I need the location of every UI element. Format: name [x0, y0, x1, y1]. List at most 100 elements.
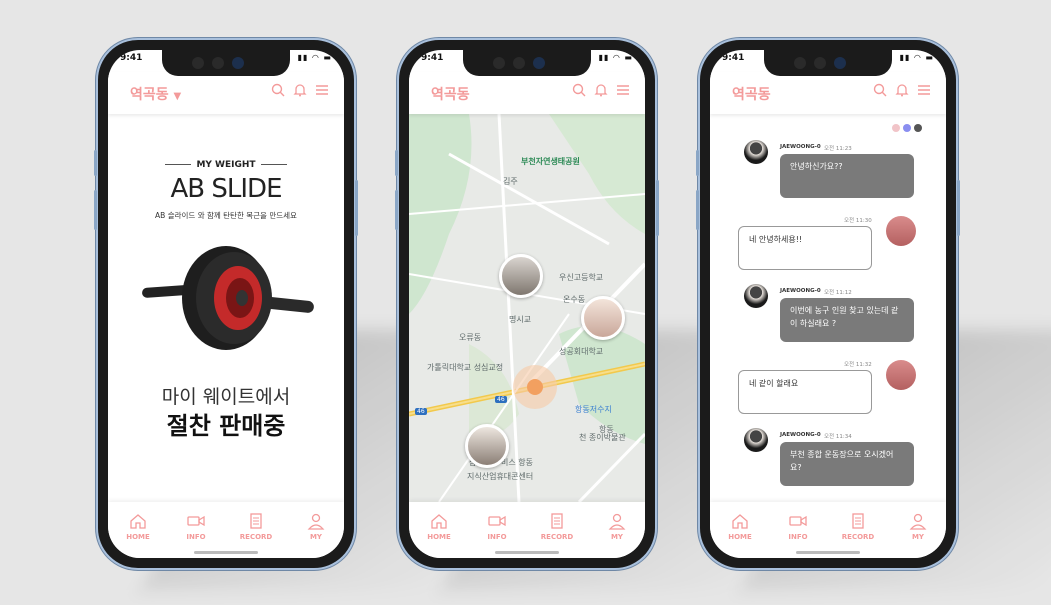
notch — [463, 50, 591, 76]
home-indicator — [495, 551, 559, 554]
app-header: 역곡동 ▼ — [108, 72, 344, 114]
product-title: AB SLIDE — [170, 174, 283, 204]
tab-label: INFO — [186, 533, 206, 541]
phone-map: 9:41 ▮▮ ◠ ▬ 역곡동 부천자연생태공원 우신고등학교 가톨릭대학교 성… — [395, 38, 659, 570]
tab-record[interactable]: RECORD — [537, 512, 577, 541]
document-icon — [551, 513, 563, 529]
location-selector[interactable]: 역곡동 — [431, 84, 470, 104]
chat-view: JAEWOONG-0 오전 11:23 안녕하신가요?? 오전 11:30 네 … — [710, 114, 946, 502]
video-icon — [789, 515, 807, 527]
tab-info[interactable]: INFO — [477, 512, 517, 541]
document-icon — [250, 513, 262, 529]
tab-my[interactable]: MY — [296, 512, 336, 541]
map-label: 명시교 — [509, 315, 532, 324]
tab-my[interactable]: MY — [597, 512, 637, 541]
map-label: 항동 — [599, 425, 614, 434]
map-label: 온수동 — [563, 295, 586, 304]
avatar[interactable] — [886, 360, 916, 390]
tab-info[interactable]: INFO — [778, 512, 818, 541]
theme-dot[interactable] — [903, 124, 911, 132]
user-avatar-marker[interactable] — [465, 424, 509, 468]
home-indicator — [796, 551, 860, 554]
location-label: 역곡동 — [130, 87, 169, 103]
bell-icon[interactable] — [292, 82, 308, 98]
theme-selector[interactable] — [892, 124, 922, 132]
message-time: 오전 11:34 — [824, 434, 852, 440]
screen: 9:41 ▮▮ ◠ ▬ 역곡동 JAEWOONG-0 오전 11:23 안녕하신… — [710, 50, 946, 558]
app-header: 역곡동 — [710, 72, 946, 114]
status-time: 9:41 — [421, 53, 444, 63]
location-selector[interactable]: 역곡동 — [732, 84, 771, 104]
road-number: 46 — [495, 396, 507, 403]
status-time: 9:41 — [722, 53, 745, 63]
menu-icon[interactable] — [615, 82, 631, 98]
map-label: 지식산업휴대콘센터 — [467, 472, 534, 481]
sender-name: JAEWOONG-0 — [780, 432, 821, 438]
tab-label: RECORD — [540, 533, 574, 541]
map-label: 김주 — [503, 177, 518, 186]
search-icon[interactable] — [872, 82, 888, 98]
map-label: 항동저수지 — [575, 405, 612, 414]
message-time: 오전 11:30 — [844, 218, 872, 224]
video-icon — [187, 515, 205, 527]
avatar[interactable] — [744, 284, 768, 308]
message-bubble: 부천 종합 운동장으로 오시겠어요? — [780, 442, 914, 486]
tab-info[interactable]: INFO — [176, 512, 216, 541]
tab-home[interactable]: HOME — [419, 512, 459, 541]
message-time: 오전 11:32 — [844, 362, 872, 368]
tab-label: MY — [911, 533, 925, 541]
tab-my[interactable]: MY — [898, 512, 938, 541]
app-header: 역곡동 — [409, 72, 645, 114]
theme-dot[interactable] — [892, 124, 900, 132]
tab-label: HOME — [427, 533, 451, 541]
location-selector[interactable]: 역곡동 ▼ — [130, 84, 181, 104]
map-label: 성공회대학교 — [559, 347, 604, 356]
sender-name: JAEWOONG-0 — [780, 144, 821, 150]
bell-icon[interactable] — [894, 82, 910, 98]
promo-line-2: 절찬 판매중 — [166, 412, 286, 440]
phone-chat: 9:41 ▮▮ ◠ ▬ 역곡동 JAEWOONG-0 오전 11:23 안녕하신… — [696, 38, 960, 570]
notch — [764, 50, 892, 76]
product-brand: MY WEIGHT — [108, 160, 344, 170]
message-time: 오전 11:12 — [824, 290, 852, 296]
caret-down-icon: ▼ — [173, 91, 182, 102]
menu-icon[interactable] — [314, 82, 330, 98]
map-view[interactable]: 부천자연생태공원 우신고등학교 가톨릭대학교 성심교정 성공회대학교 항동저수지… — [409, 114, 645, 502]
map-label: 우신고등학교 — [559, 273, 604, 282]
bottom-tab-bar: HOME INFO RECORD MY — [409, 502, 645, 558]
home-icon — [732, 514, 748, 529]
tab-home[interactable]: HOME — [720, 512, 760, 541]
search-icon[interactable] — [571, 82, 587, 98]
tab-record[interactable]: RECORD — [236, 512, 276, 541]
location-label: 역곡동 — [431, 87, 470, 103]
screen: 9:41 ▮▮ ◠ ▬ 역곡동 부천자연생태공원 우신고등학교 가톨릭대학교 성… — [409, 50, 645, 558]
notch — [162, 50, 290, 76]
avatar[interactable] — [886, 216, 916, 246]
menu-icon[interactable] — [916, 82, 932, 98]
avatar[interactable] — [744, 428, 768, 452]
avatar[interactable] — [744, 140, 768, 164]
tab-home[interactable]: HOME — [118, 512, 158, 541]
map-label: 부천자연생태공원 — [521, 157, 580, 166]
search-icon[interactable] — [270, 82, 286, 98]
tab-label: HOME — [728, 533, 752, 541]
theme-dot[interactable] — [914, 124, 922, 132]
user-icon — [307, 513, 325, 530]
map-label: 가톨릭대학교 성심교정 — [427, 363, 504, 372]
ab-wheel-image[interactable] — [138, 240, 318, 360]
user-avatar-marker[interactable] — [499, 254, 543, 298]
bottom-tab-bar: HOME INFO RECORD MY — [710, 502, 946, 558]
message-bubble: 네 안녕하세용!! — [738, 226, 872, 270]
tab-record[interactable]: RECORD — [838, 512, 878, 541]
bell-icon[interactable] — [593, 82, 609, 98]
status-time: 9:41 — [120, 53, 143, 63]
tab-label: HOME — [126, 533, 150, 541]
bottom-tab-bar: HOME INFO RECORD MY — [108, 502, 344, 558]
user-icon — [909, 513, 927, 530]
product-subtitle: AB 슬라이드 와 함께 탄탄한 복근을 만드세요 — [155, 211, 297, 220]
user-avatar-marker[interactable] — [581, 296, 625, 340]
status-icons: ▮▮ ◠ ▬ — [598, 53, 633, 62]
status-icons: ▮▮ ◠ ▬ — [899, 53, 934, 62]
home-icon — [130, 514, 146, 529]
tab-label: MY — [610, 533, 624, 541]
